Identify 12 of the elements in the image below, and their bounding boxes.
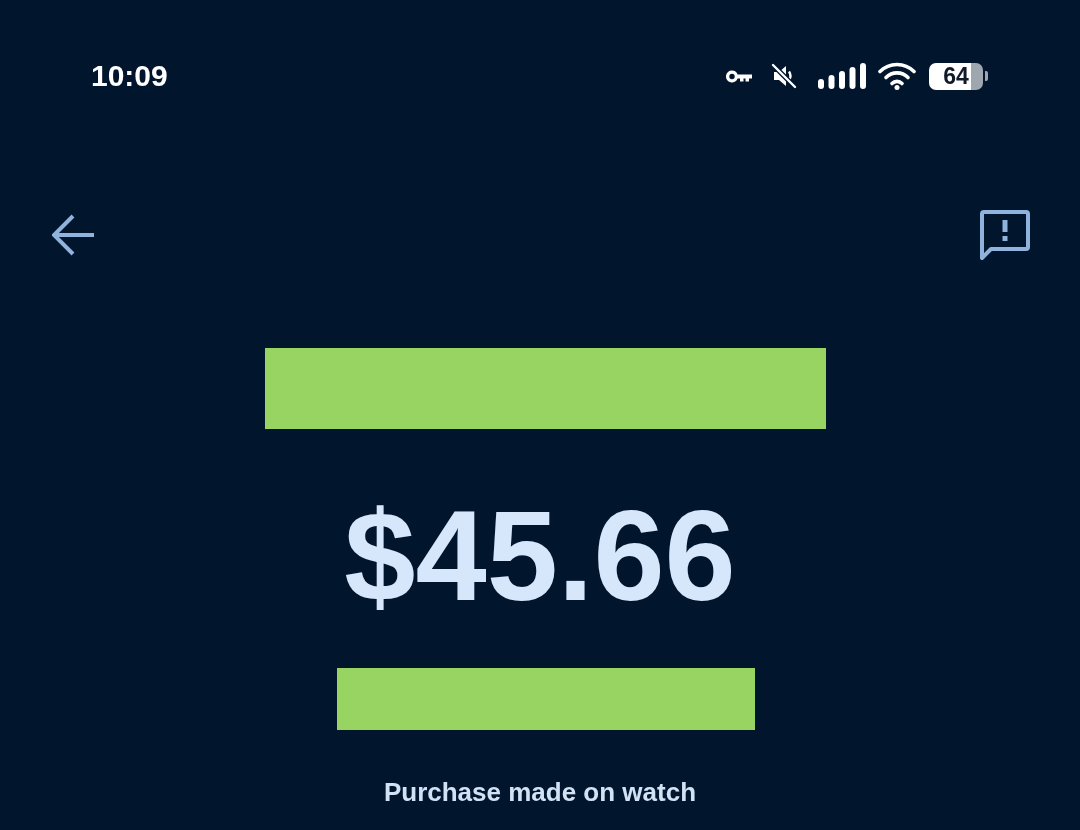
back-arrow-icon	[52, 214, 96, 256]
status-time: 10:09	[91, 58, 168, 94]
feedback-exclamation-icon	[978, 208, 1032, 262]
muted-speaker-icon	[771, 63, 797, 89]
report-button[interactable]	[978, 208, 1032, 262]
purchase-note: Purchase made on watch	[383, 777, 697, 807]
wifi-icon	[878, 62, 916, 90]
battery-percentage: 64	[943, 62, 969, 90]
back-button[interactable]	[52, 214, 96, 256]
amount-text: $45.66	[344, 492, 736, 620]
signal-bars-icon	[818, 63, 866, 89]
key-icon	[725, 68, 753, 84]
